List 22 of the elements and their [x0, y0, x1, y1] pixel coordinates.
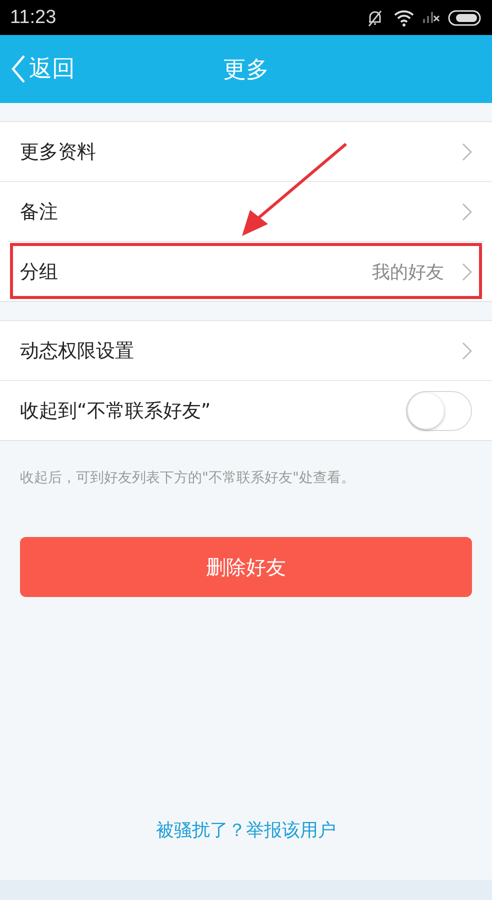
toggle-switch[interactable]: [406, 390, 472, 430]
chevron-right-icon: [462, 202, 472, 220]
chevron-right-icon: [462, 142, 472, 160]
settings-row[interactable]: 分组 我的好友: [8, 241, 484, 301]
row-label: 更多资料: [20, 140, 97, 164]
wifi-icon: [393, 8, 415, 26]
row-label: 动态权限设置: [20, 338, 135, 364]
chevron-right-icon: [462, 262, 472, 280]
settings-row[interactable]: 动态权限设置: [0, 321, 492, 380]
chevron-left-icon: [10, 54, 26, 84]
row-label: 分组: [20, 260, 59, 284]
hint-text: 收起后，可到好友列表下方的"不常联系好友"处查看。: [19, 469, 356, 488]
status-time: 11:23: [10, 6, 56, 28]
page-title: 更多: [223, 56, 269, 84]
row-label: 备注: [20, 200, 59, 224]
battery-icon: [448, 8, 482, 26]
row-value: 我的好友: [372, 260, 444, 284]
signal-icon: [423, 12, 440, 24]
settings-row[interactable]: 收起到“不常联系好友”: [0, 380, 492, 440]
chevron-right-icon: [462, 342, 472, 360]
row-label: 收起到“不常联系好友”: [20, 398, 212, 424]
settings-row[interactable]: 更多资料: [0, 122, 492, 181]
